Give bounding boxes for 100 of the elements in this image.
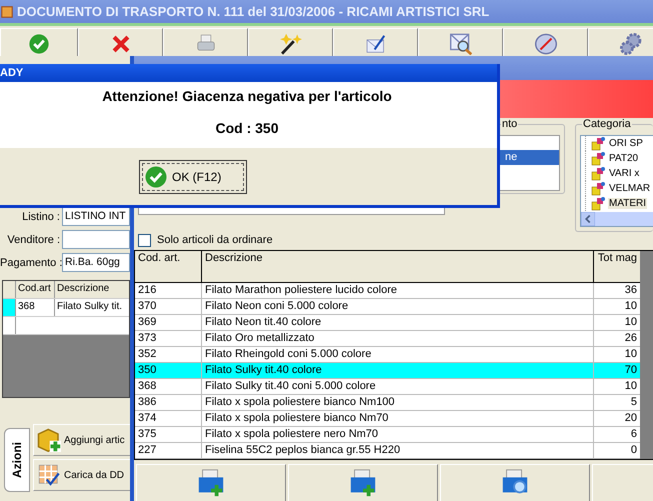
column-header: Descrizione (56, 282, 110, 296)
table-cell: 368 (16, 299, 55, 316)
table-row[interactable]: 369 Filato Neon tit.40 colore 10 (135, 315, 640, 331)
grid-check-icon (37, 463, 61, 487)
tree-item[interactable]: ORI SP (608, 138, 644, 149)
category-icon (590, 136, 606, 152)
table-cell: 227 (135, 443, 202, 458)
table-cell-text: Filato Sulky tit. (56, 300, 124, 314)
field-label: Listino : (21, 210, 61, 222)
table-cell-text: 10 (624, 379, 638, 394)
scrollbar[interactable] (581, 212, 653, 226)
table-cell: Filato Oro metallizzato (202, 331, 594, 346)
table-cell: Filato Sulky tit.40 coni 5.000 colore (202, 379, 594, 394)
toolbar-button[interactable] (418, 28, 503, 56)
table-row[interactable]: 373 Filato Oro metallizzato 26 (135, 331, 640, 347)
table-cell-text: 6 (630, 427, 638, 442)
table-cell: 368 (135, 379, 202, 394)
table-cell-text: 26 (624, 331, 638, 346)
table-row[interactable]: 368 Filato Sulky tit.40 coni 5.000 colore 10 (135, 379, 640, 395)
checkbox[interactable] (138, 234, 151, 246)
toolbar-button[interactable] (440, 464, 590, 501)
table-row[interactable]: 227 Fiselina 55C2 peplos bianca gr.55 H220 0 (135, 443, 640, 459)
table-cell-text: 70 (624, 363, 638, 378)
action-button[interactable]: Aggiungi artic (33, 424, 130, 456)
table-cell: 375 (135, 427, 202, 442)
table-cell-text: 10 (624, 299, 638, 314)
group-label: Categoria (582, 118, 632, 130)
table-cell: 350 (135, 363, 202, 378)
table-cell: Fiselina 55C2 peplos bianca gr.55 H220 (202, 443, 594, 458)
ok-button[interactable]: OK (F12) (139, 160, 247, 194)
toolbar-button[interactable] (163, 28, 248, 56)
scroll-left-icon[interactable] (581, 212, 595, 226)
folder-plus-icon (348, 468, 378, 498)
table-cell: 369 (135, 315, 202, 330)
table-cell: Filato Sulky tit.40 colore (202, 363, 594, 378)
toolbar-button[interactable] (333, 28, 418, 56)
column-header: Tot mag (596, 251, 638, 266)
tree-item[interactable]: PAT20 (608, 153, 640, 164)
table-cell: 352 (135, 347, 202, 362)
table-row[interactable]: 374 Filato x spola poliestere bianco Nm70 20 (135, 411, 640, 427)
tree-item[interactable]: VARI x (608, 168, 640, 179)
input-field[interactable]: LISTINO INT (62, 207, 130, 226)
tree-item[interactable]: MATERI (608, 198, 648, 209)
check-icon (144, 164, 168, 188)
table-row[interactable]: 375 Filato x spola poliestere nero Nm70 6 (135, 427, 640, 443)
toolbar-button[interactable] (78, 28, 163, 56)
table-row[interactable]: 370 Filato Neon coni 5.000 colore 10 (135, 299, 640, 315)
table-cell: Filato Marathon poliestere lucido colore (202, 283, 594, 298)
table-row[interactable]: 386 Filato x spola poliestere bianco Nm100 5 (135, 395, 640, 411)
table-cell: Filato x spola poliestere nero Nm70 (202, 427, 594, 442)
table-cell: 216 (135, 283, 202, 298)
toolbar-button[interactable] (503, 28, 588, 56)
table-cell-text: 10 (624, 315, 638, 330)
envelope-pen-icon (364, 33, 386, 55)
column-header: Cod.art (16, 281, 55, 298)
row-indicator[interactable] (3, 299, 16, 316)
table-cell-text: 36 (624, 283, 638, 298)
gears-icon (620, 33, 642, 55)
check-icon (28, 33, 50, 55)
toolbar-button[interactable] (0, 28, 78, 56)
toolbar-button[interactable] (588, 28, 653, 56)
field-label: Venditore : (6, 234, 61, 246)
column-header: Descrizione (202, 251, 594, 282)
input-field[interactable]: Ri.Ba. 60gg (62, 253, 130, 272)
action-button[interactable]: Carica da DD (33, 459, 130, 491)
table-cell: Filato Neon tit.40 colore (202, 315, 594, 330)
dialog-message: Attenzione! Giacenza negativa per l'articolo (101, 88, 393, 104)
table-row[interactable]: 216 Filato Marathon poliestere lucido colore 36 (135, 283, 640, 299)
app-icon (1, 4, 13, 18)
table-cell: 386 (135, 395, 202, 410)
table-cell-text: 20 (624, 411, 638, 426)
table-cell: Filato x spola poliestere bianco Nm100 (202, 395, 594, 410)
category-icon (590, 150, 606, 166)
input-field[interactable] (62, 230, 130, 249)
dialog-title: ADY (0, 64, 497, 82)
window-title: DOCUMENTO DI TRASPORTO N. 111 del 31/03/2006 - RICAMI ARTISTICI SRL (17, 4, 490, 19)
side-tab[interactable]: Azioni (4, 428, 30, 492)
table-cell: 374 (135, 411, 202, 426)
table-cell: Filato x spola poliestere bianco Nm70 (202, 411, 594, 426)
category-icon (590, 166, 606, 182)
checkbox-label: Solo articoli da ordinare (157, 234, 273, 246)
tree-item[interactable]: VELMAR (608, 183, 652, 194)
table-cell: 373 (135, 331, 202, 346)
toolbar-button[interactable] (288, 464, 438, 501)
category-icon (590, 196, 606, 212)
toolbar-button[interactable] (248, 28, 333, 56)
table-cell-text: 0 (630, 443, 638, 458)
table-cell-text: 5 (630, 395, 638, 410)
box-plus-icon (37, 428, 61, 452)
magic-wand-icon (280, 33, 302, 55)
category-icon (590, 180, 606, 196)
field-label: Pagamento : (0, 256, 62, 268)
envelope-magnifier-icon (450, 33, 472, 55)
table-row[interactable]: 350 Filato Sulky tit.40 colore 70 (135, 363, 640, 379)
toolbar-button[interactable] (136, 464, 286, 501)
table-cell: Filato Neon coni 5.000 colore (202, 299, 594, 314)
column-header: Cod. art. (135, 251, 202, 282)
table-cell-text: 10 (624, 347, 638, 362)
table-cell: Filato Rheingold coni 5.000 colore (202, 347, 594, 362)
group-label: nto (501, 118, 518, 130)
